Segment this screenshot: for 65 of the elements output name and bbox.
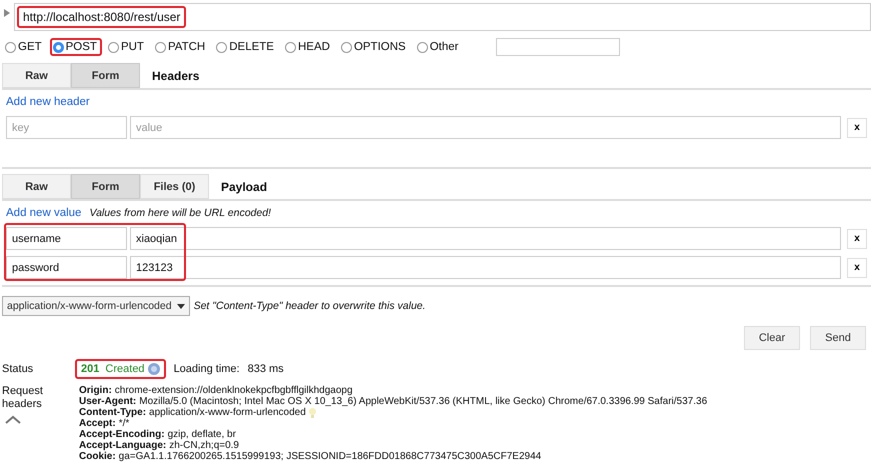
tab[interactable]: Raw [2, 174, 71, 199]
remove-button[interactable]: x [847, 228, 867, 248]
url-text: http://localhost:8080/rest/user [17, 6, 186, 28]
request-headers-label: Request headers [1, 385, 44, 411]
header-name: Accept: [79, 418, 116, 429]
header-value: Mozilla/5.0 (Macintosh; Intel Mac OS X 10_13_6) AppleWebKit/537.36 (KHTML, like Gecko) Chrome/67.0.3396.99 Safari/537.36 [139, 396, 708, 407]
radio-icon[interactable] [108, 42, 119, 52]
method-radio[interactable]: DELETE [213, 38, 279, 56]
header-name: User-Agent: [79, 396, 136, 407]
remove-button[interactable]: x [847, 258, 867, 278]
radio-icon[interactable] [284, 42, 296, 52]
header-name: Accept-Encoding: [79, 429, 165, 440]
header-value: ga=GA1.1.1766200265.1515999193; JSESSIONID=186FDD01868C773475C300A5CF7E2944 [118, 451, 542, 462]
radio-icon[interactable] [154, 42, 166, 52]
method-radio[interactable]: PUT [104, 38, 149, 56]
status-badge: 201 Created [75, 359, 166, 379]
header-value: chrome-extension://oldenklnokekpcfbgbfflgilkhdgaopg [114, 385, 353, 396]
header-name: Cookie: [79, 451, 116, 462]
tab[interactable]: Files (0) [140, 174, 209, 199]
radio-icon[interactable] [5, 42, 16, 52]
key-field[interactable]: password [6, 256, 127, 279]
radio-icon[interactable] [52, 42, 64, 52]
value-field[interactable]: 123123 [130, 256, 841, 279]
caret-icon [176, 304, 185, 308]
method-radio[interactable]: Other [414, 38, 464, 56]
action-button[interactable]: Send [810, 326, 866, 350]
tab[interactable]: Form [71, 63, 140, 88]
status-label: Status [1, 362, 34, 376]
expand-icon[interactable] [4, 9, 10, 17]
key-field[interactable]: username [6, 227, 127, 250]
method-radio[interactable]: HEAD [282, 38, 335, 56]
header-value: zh-CN,zh;q=0.9 [169, 440, 239, 451]
loading-time-label: Loading time: [174, 363, 240, 375]
help-icon[interactable] [148, 363, 160, 375]
radio-icon[interactable] [416, 42, 428, 52]
action-button[interactable]: Clear [744, 326, 800, 350]
tab[interactable]: Raw [2, 63, 71, 88]
header-name: Accept-Language: [79, 440, 166, 451]
loading-time-value: 833 ms [248, 363, 284, 375]
method-radio[interactable]: POST [50, 38, 102, 56]
add-header-link[interactable]: Add new header [6, 96, 90, 108]
method-radio[interactable]: GET [2, 38, 47, 56]
method-radio[interactable]: PATCH [152, 38, 210, 56]
value-field[interactable]: value [130, 116, 841, 139]
header-name: Content-Type: [79, 407, 146, 418]
header-value: */* [118, 418, 130, 429]
radio-icon[interactable] [216, 42, 228, 52]
encoding-note: Values from here will be URL encoded! [89, 207, 271, 219]
other-method-field[interactable] [496, 38, 620, 56]
add-value-link[interactable]: Add new value [6, 207, 82, 219]
key-field[interactable]: key [6, 116, 127, 139]
radio-icon[interactable] [340, 42, 352, 52]
remove-button[interactable]: x [847, 118, 867, 138]
value-field[interactable]: xiaoqian [130, 227, 841, 250]
method-radio[interactable]: OPTIONS [338, 38, 411, 56]
header-value: application/x-www-form-urlencoded [149, 407, 306, 418]
collapse-icon[interactable] [5, 415, 21, 424]
content-type-select[interactable]: application/x-www-form-urlencoded [2, 296, 190, 316]
header-value: gzip, deflate, br [168, 429, 236, 440]
content-type-hint: Set "Content-Type" header to overwrite this value. [194, 300, 426, 312]
section-title: Headers [152, 68, 200, 82]
header-name: Origin: [79, 385, 112, 396]
section-title: Payload [221, 180, 268, 194]
tab[interactable]: Form [71, 174, 140, 199]
url-field[interactable]: http://localhost:8080/rest/user [14, 3, 871, 31]
